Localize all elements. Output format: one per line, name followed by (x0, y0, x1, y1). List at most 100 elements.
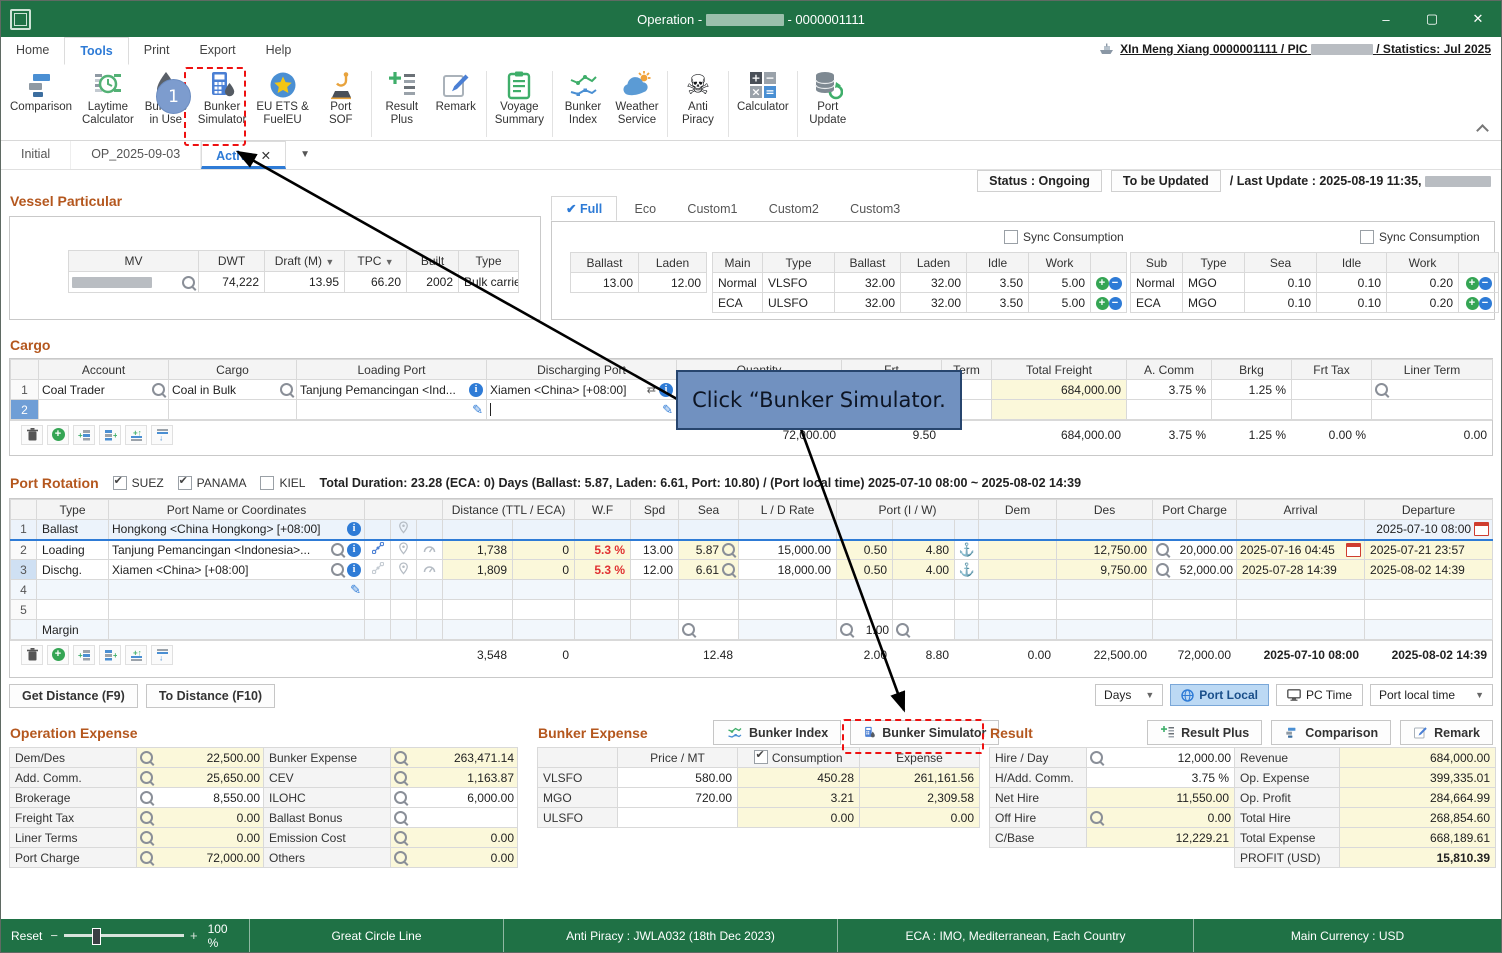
menu-help[interactable]: Help (251, 37, 307, 65)
search-icon[interactable] (682, 623, 695, 636)
toolbar-port-sof-button[interactable]: PortSOF (314, 68, 368, 128)
sub-normal-type[interactable]: MGO (1183, 273, 1245, 293)
sub-eca-idle[interactable]: 0.10 (1317, 293, 1387, 313)
search-icon[interactable] (140, 791, 153, 804)
search-icon[interactable] (140, 851, 153, 864)
tab-full[interactable]: ✔ Full (551, 196, 617, 221)
move-row-down-icon[interactable]: ↓ (151, 645, 173, 665)
pr-departure-value[interactable]: 2025-08-02 14:39 (1365, 560, 1493, 580)
speed-laden-value[interactable]: 12.00 (639, 273, 707, 293)
pr-pin-cell[interactable] (391, 540, 417, 560)
days-dropdown[interactable]: Days▼ (1095, 684, 1163, 706)
pr-ld-rate-value[interactable]: 15,000.00 (739, 540, 837, 560)
route-icon[interactable] (372, 562, 384, 574)
pr-dist-eca-value[interactable]: 0 (513, 560, 575, 580)
cargo-a-comm-value[interactable]: 3.75 % (1127, 380, 1212, 400)
tab-eco[interactable]: Eco (621, 198, 671, 220)
pr-port-cell[interactable]: Xiamen <China> [+08:00]i (109, 560, 365, 580)
pr-pin-cell[interactable] (391, 520, 417, 540)
checkbox-icon[interactable] (113, 476, 127, 490)
swap-ports-icon[interactable]: ⇄ (647, 383, 656, 396)
search-icon[interactable] (1156, 563, 1169, 576)
remove-row-icon[interactable]: − (1479, 297, 1492, 310)
cargo-account-cell[interactable]: Coal Trader (39, 380, 169, 400)
vessel-draft-value[interactable]: 13.95 (265, 272, 345, 293)
add-row-icon[interactable]: + (1466, 297, 1479, 310)
cargo-frt-tax-cell[interactable] (1292, 380, 1372, 400)
vessel-tpc-value[interactable]: 66.20 (345, 272, 407, 293)
insert-row-above-icon[interactable]: + (73, 645, 95, 665)
opex-value-ballast-bonus[interactable] (391, 808, 518, 828)
search-icon[interactable] (394, 831, 407, 844)
be-price-ulsfo[interactable] (618, 808, 738, 828)
currency-status[interactable]: Main Currency : USD (1193, 919, 1501, 952)
eca-status[interactable]: ECA : IMO, Mediterranean, Each Country (837, 919, 1193, 952)
cargo-cargo-cell[interactable]: Coal in Bulk (169, 380, 297, 400)
search-icon[interactable] (840, 623, 853, 636)
edit-pencil-icon[interactable]: ✎ (472, 402, 483, 418)
toolbar-calculator-button[interactable]: +−×= Calculator (732, 68, 794, 115)
pr-port-cell[interactable]: Hongkong <China Hongkong> [+08:00]i (109, 520, 365, 540)
insert-row-above-icon[interactable]: + (73, 425, 95, 445)
main-normal-work[interactable]: 5.00 (1029, 273, 1091, 293)
cargo-discharging-port-cell[interactable]: ✎ (487, 400, 677, 420)
sub-normal-work[interactable]: 0.20 (1387, 273, 1459, 293)
sync-consumption-main[interactable]: Sync Consumption (1004, 230, 1124, 244)
remove-row-icon[interactable]: − (1479, 277, 1492, 290)
toolbar-eu-ets-button[interactable]: EU ETS &FuelEU (251, 68, 313, 128)
pc-time-toggle[interactable]: PC Time (1276, 684, 1363, 706)
search-icon[interactable] (140, 831, 153, 844)
toolbar-result-plus-button[interactable]: ResultPlus (375, 68, 429, 128)
pr-margin-sea-cell[interactable] (679, 620, 739, 640)
search-icon[interactable] (896, 623, 909, 636)
insert-row-below-icon[interactable]: + (99, 425, 121, 445)
to-be-updated-button[interactable]: To be Updated (1111, 170, 1221, 192)
result-value-hire-day[interactable]: 12,000.00 (1087, 748, 1235, 768)
sub-eca-work[interactable]: 0.20 (1387, 293, 1459, 313)
add-row-icon[interactable]: + (47, 425, 69, 445)
close-button[interactable]: ✕ (1455, 1, 1501, 37)
main-eca-idle[interactable]: 3.50 (967, 293, 1029, 313)
info-icon[interactable]: i (659, 383, 673, 397)
info-icon[interactable]: i (347, 522, 361, 536)
opex-value-brokerage[interactable]: 8,550.00 (137, 788, 264, 808)
add-row-icon[interactable]: + (1096, 277, 1109, 290)
move-row-up-icon[interactable]: +↑ (125, 645, 147, 665)
edit-pencil-icon[interactable]: ✎ (662, 402, 673, 418)
move-row-up-icon[interactable]: +↑ (125, 425, 147, 445)
pr-route-cell[interactable] (365, 560, 391, 580)
search-icon[interactable] (394, 811, 407, 824)
pr-type-cell[interactable]: Ballast (37, 520, 109, 540)
pr-port-w-value[interactable]: 4.00 (893, 560, 955, 580)
gauge-icon[interactable] (423, 543, 436, 554)
chevron-down-icon[interactable]: ▼ (325, 257, 334, 267)
pr-dist-eca-value[interactable]: 0 (513, 540, 575, 560)
result-plus-button[interactable]: Result Plus (1147, 720, 1262, 745)
search-icon[interactable] (280, 383, 293, 396)
toolbar-voyage-summary-button[interactable]: VoyageSummary (490, 68, 549, 128)
cargo-liner-term-cell[interactable] (1372, 400, 1493, 420)
search-icon[interactable] (331, 563, 344, 576)
insert-row-below-icon[interactable]: + (99, 645, 121, 665)
pr-dist-ttl-value[interactable]: 1,809 (443, 560, 513, 580)
checkbox-icon[interactable] (1004, 230, 1018, 244)
add-row-icon[interactable]: + (1466, 277, 1479, 290)
search-icon[interactable] (722, 543, 735, 556)
main-eca-type[interactable]: ULSFO (763, 293, 835, 313)
anti-piracy-status[interactable]: Anti Piracy : JWLA032 (18th Dec 2023) (503, 919, 837, 952)
chevron-down-icon[interactable]: ▼ (385, 257, 394, 267)
pr-type-cell[interactable]: Dischg. (37, 560, 109, 580)
add-row-icon[interactable]: + (1096, 297, 1109, 310)
search-icon[interactable] (1090, 811, 1103, 824)
pr-port-charge-cell[interactable]: 52,000.00 (1153, 560, 1237, 580)
main-normal-ballast[interactable]: 32.00 (835, 273, 901, 293)
search-icon[interactable] (140, 811, 153, 824)
pr-type-cell[interactable] (37, 580, 109, 600)
menu-tools[interactable]: Tools (64, 37, 128, 65)
search-icon[interactable] (331, 543, 344, 556)
result-value-off-hire[interactable]: 0.00 (1087, 808, 1235, 828)
cargo-brkg-value[interactable]: 1.25 % (1212, 380, 1292, 400)
canal-suez-checkbox[interactable]: SUEZ (113, 476, 164, 490)
sub-normal-sea[interactable]: 0.10 (1245, 273, 1317, 293)
zoom-in-icon[interactable]: + (190, 928, 198, 943)
